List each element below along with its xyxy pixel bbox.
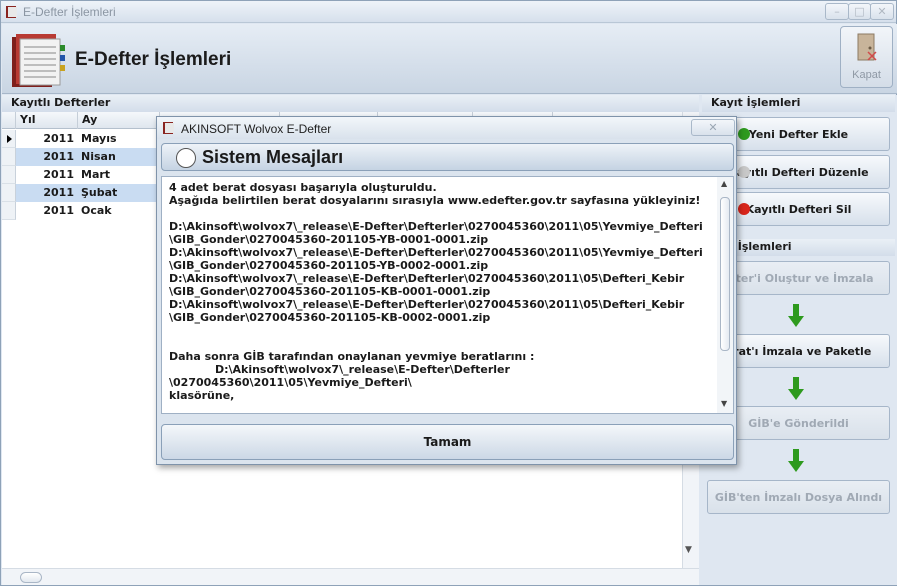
- system-message-dialog: AKINSOFT Wolvox E-Defter ✕ Sistem Mesajl…: [156, 116, 737, 465]
- row-indicator: [2, 130, 16, 148]
- ok-button[interactable]: Tamam: [161, 424, 734, 460]
- cell-ay: Nisan: [78, 148, 158, 166]
- cell-yil: 2011: [43, 204, 74, 217]
- dialog-title: AKINSOFT Wolvox E-Defter: [181, 122, 332, 136]
- grid-indicator-header: [2, 112, 16, 129]
- message-text: 4 adet berat dosyası başarıyla oluşturul…: [169, 181, 703, 402]
- ledger-book-icon: [12, 34, 65, 87]
- column-header-ay[interactable]: Ay: [78, 112, 160, 129]
- row-indicator: [2, 166, 16, 184]
- kapat-button[interactable]: Kapat: [840, 26, 893, 88]
- app-book-icon: [163, 122, 174, 134]
- record-operations-title: Kayıt İşlemleri: [702, 95, 895, 112]
- memo-scroll-thumb[interactable]: [720, 197, 730, 351]
- down-arrow-icon: [788, 304, 804, 327]
- scroll-down-arrow-icon[interactable]: ▼: [685, 545, 692, 555]
- received-from-gib-button[interactable]: GİB'ten İmzalı Dosya Alındı: [707, 480, 890, 514]
- column-header-yil[interactable]: Yıl: [16, 112, 78, 129]
- dialog-header: Sistem Mesajları: [161, 143, 734, 171]
- dialog-heading: Sistem Mesajları: [202, 147, 344, 167]
- add-ledger-label: Yeni Defter Ekle: [748, 128, 849, 141]
- info-circle-icon: [176, 148, 196, 168]
- scroll-up-arrow-icon[interactable]: ▲: [721, 179, 727, 188]
- door-exit-icon: [857, 33, 877, 61]
- cell-yil: 2011: [16, 184, 78, 202]
- window-title: E-Defter İşlemleri: [23, 5, 116, 19]
- cell-ay: Ocak: [81, 204, 112, 217]
- header-banner: E-Defter İşlemleri Kapat: [2, 24, 897, 94]
- page-title: E-Defter İşlemleri: [75, 49, 232, 70]
- dialog-title-bar: AKINSOFT Wolvox E-Defter ✕: [157, 117, 736, 139]
- down-arrow-icon: [788, 377, 804, 400]
- scroll-thumb[interactable]: [20, 572, 42, 583]
- cell-yil: 2011: [43, 132, 74, 145]
- row-indicator: [2, 202, 16, 220]
- title-bar: E-Defter İşlemleri – □ ✕: [1, 1, 896, 23]
- close-window-button[interactable]: ✕: [870, 3, 894, 20]
- registered-ledgers-title: Kayıtlı Defterler: [2, 95, 699, 112]
- edit-pencil-icon: [738, 166, 750, 178]
- cell-ay: Şubat: [78, 184, 158, 202]
- scroll-down-arrow-icon[interactable]: ▼: [721, 399, 727, 408]
- cell-yil: 2011: [43, 168, 74, 181]
- minimize-button[interactable]: –: [825, 3, 849, 20]
- maximize-button[interactable]: □: [848, 3, 871, 20]
- cell-ay: Mayıs: [81, 132, 117, 145]
- cell-ay: Mart: [81, 168, 111, 181]
- dialog-close-button[interactable]: ✕: [691, 119, 735, 136]
- grid-horizontal-scrollbar[interactable]: [2, 568, 699, 585]
- app-book-icon: [6, 6, 17, 18]
- delete-ledger-label: Kayıtlı Defteri Sil: [745, 203, 852, 216]
- row-indicator: [2, 184, 16, 202]
- delete-red-icon: [738, 203, 750, 215]
- row-indicator: [2, 148, 16, 166]
- current-row-arrow-icon: [7, 135, 12, 143]
- down-arrow-icon: [788, 449, 804, 472]
- cell-yil: 2011: [16, 148, 78, 166]
- kapat-label: Kapat: [852, 69, 881, 81]
- message-memo[interactable]: 4 adet berat dosyası başarıyla oluşturul…: [161, 176, 734, 414]
- add-green-icon: [738, 128, 750, 140]
- memo-scrollbar[interactable]: ▲ ▼: [717, 177, 733, 413]
